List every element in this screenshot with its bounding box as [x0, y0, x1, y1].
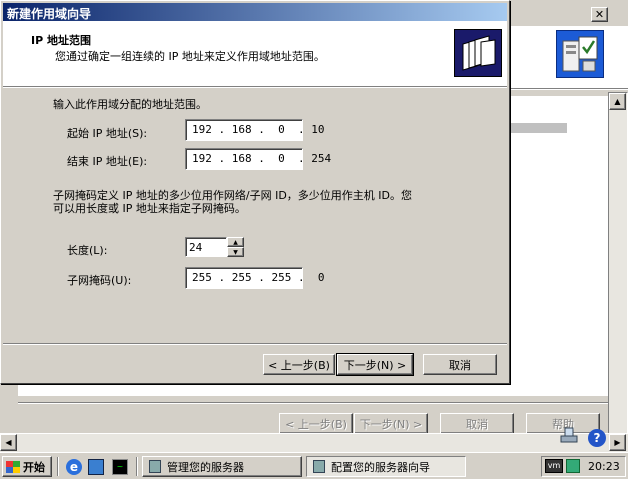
bg-cancel-button[interactable]: 取消 [440, 413, 514, 434]
dialog-header: IP 地址范围 您通过确定一组连续的 IP 地址来定义作用域地址范围。 [3, 21, 507, 86]
tray-network-icon[interactable] [566, 459, 580, 473]
arrow-up-icon: ▲ [614, 97, 621, 106]
subnet-mask-label: 子网掩码(U): [67, 274, 132, 287]
arrow-up-icon: ▲ [233, 238, 238, 246]
intro-text: 输入此作用域分配的地址范围。 [53, 98, 207, 111]
windows-logo-icon [6, 460, 20, 473]
wizard-icon [313, 460, 325, 473]
spin-down-button[interactable]: ▼ [227, 247, 244, 257]
system-tray: vm 20:23 [541, 456, 626, 477]
start-label: 开始 [23, 460, 45, 474]
scroll-up-button[interactable]: ▲ [609, 93, 626, 110]
task-manage-server[interactable]: 管理您的服务器 [142, 456, 302, 477]
taskbar: 开始 e ~ 管理您的服务器 配置您的服务器向导 vm 20:23 [0, 452, 628, 479]
folders-icon [454, 29, 502, 77]
subnet-description-line2: 可以用长度或 IP 地址来指定子网掩码。 [53, 202, 246, 215]
end-ip-input[interactable]: 192 . 168 . 0 . 254 [185, 148, 331, 170]
background-footer-divider [18, 402, 608, 404]
scroll-right-button[interactable]: ▶ [609, 434, 626, 451]
task-configure-server[interactable]: 配置您的服务器向导 [306, 456, 466, 477]
manage-server-quick-icon[interactable] [88, 459, 104, 475]
length-label: 长度(L): [67, 244, 108, 257]
dialog-header-divider [3, 86, 507, 88]
tray-vm-icon[interactable]: vm [545, 459, 563, 473]
close-icon: ✕ [594, 8, 605, 21]
server-wizard-icon [556, 30, 604, 78]
task-manage-server-label: 管理您的服务器 [167, 460, 244, 474]
task-configure-server-label: 配置您的服务器向导 [331, 460, 430, 474]
close-button[interactable]: ✕ [591, 7, 608, 22]
subnet-mask-input[interactable]: 255 . 255 . 255 . 0 [185, 267, 324, 289]
quicklaunch-divider [57, 457, 59, 476]
spin-up-button[interactable]: ▲ [227, 237, 244, 247]
start-ip-input[interactable]: 192 . 168 . 0 . 10 [185, 119, 324, 141]
network-icon[interactable] [559, 426, 579, 444]
next-button[interactable]: 下一步(N) > [336, 353, 414, 376]
command-prompt-icon[interactable]: ~ [112, 459, 128, 475]
start-ip-label: 起始 IP 地址(S): [67, 127, 148, 140]
header-description: 您通过确定一组连续的 IP 地址来定义作用域地址范围。 [55, 50, 325, 63]
header-title: IP 地址范围 [31, 34, 91, 47]
dialog-titlebar[interactable]: 新建作用域向导 [3, 3, 507, 21]
cancel-button[interactable]: 取消 [423, 354, 497, 375]
vertical-scrollbar[interactable]: ▲ [608, 92, 628, 437]
length-input[interactable]: 24 [185, 237, 227, 257]
background-progress-bar [510, 123, 567, 133]
horizontal-scrollbar[interactable]: ◀ ▶ [0, 433, 628, 452]
dialog-footer-divider [3, 343, 507, 345]
length-spinner[interactable]: ▲ ▼ [227, 237, 244, 257]
bg-next-button[interactable]: 下一步(N) > [354, 413, 428, 434]
scroll-left-button[interactable]: ◀ [0, 434, 17, 451]
internet-explorer-icon[interactable]: e [66, 459, 82, 475]
tasks-divider [136, 457, 138, 476]
bg-back-button[interactable]: < 上一步(B) [279, 413, 353, 434]
dialog-title: 新建作用域向导 [7, 7, 92, 21]
arrow-left-icon: ◀ [5, 438, 12, 447]
clock: 20:23 [588, 460, 620, 473]
help-icon[interactable]: ? [588, 429, 606, 447]
arrow-down-icon: ▼ [233, 248, 238, 256]
server-icon [149, 460, 161, 473]
start-button[interactable]: 开始 [2, 456, 52, 477]
end-ip-label: 结束 IP 地址(E): [67, 155, 148, 168]
arrow-right-icon: ▶ [614, 438, 621, 447]
new-scope-wizard-dialog: 新建作用域向导 IP 地址范围 您通过确定一组连续的 IP 地址来定义作用域地址… [0, 0, 510, 384]
back-button[interactable]: < 上一步(B) [263, 354, 335, 375]
